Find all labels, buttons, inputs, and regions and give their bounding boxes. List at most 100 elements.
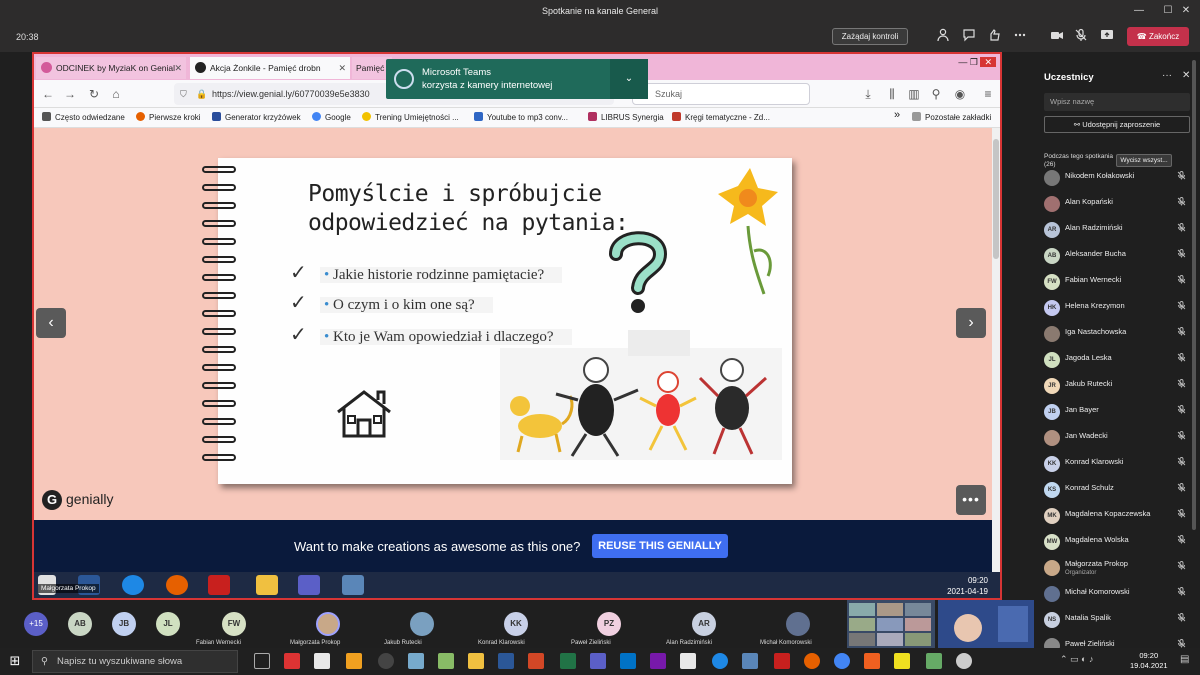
bookmark-item[interactable]: Kręgi tematyczne - Zd... [672,112,770,122]
bookmark-item[interactable]: LIBRUS Synergia [588,112,664,122]
windows-start-icon[interactable]: ⊞ [6,652,24,670]
bookmark-item[interactable]: Youtube to mp3 conv... [474,112,568,122]
app-icon[interactable] [284,653,300,669]
microphone-muted-icon[interactable] [1177,561,1186,572]
more-actions-icon[interactable] [1011,28,1029,45]
minecraft-icon[interactable] [926,653,942,669]
avatar[interactable]: JB [112,612,136,636]
avatar[interactable] [410,612,434,636]
app-icon[interactable] [864,653,880,669]
participant-row[interactable]: NS Natalia Spalik [1044,610,1194,630]
avatar[interactable]: FW [222,612,246,636]
close-tab-icon[interactable]: ✕ [338,57,346,79]
teams-icon[interactable] [590,653,606,669]
browser-search-input[interactable]: ⚲ Szukaj [632,83,810,105]
microphone-muted-icon[interactable] [1177,379,1186,390]
sidebar-icon[interactable]: ▥ [906,86,922,102]
app-icon[interactable] [346,653,362,669]
avatar[interactable]: KK [504,612,528,636]
avatar[interactable] [786,612,810,636]
toast-chevron-icon[interactable]: ⌄ [610,59,648,99]
participant-row[interactable]: HK Helena Krezymon [1044,298,1194,318]
minimize-button[interactable]: — [1125,0,1153,22]
genially-logo[interactable]: Ggenially [42,490,113,510]
excel-icon[interactable] [560,653,576,669]
bookmark-item[interactable]: Trening Umiejętności ... [362,112,459,122]
camera-in-use-toast[interactable]: Microsoft Teams korzysta z kamery intern… [386,59,648,99]
edge-icon[interactable] [122,575,144,595]
microphone-muted-icon[interactable] [1072,28,1090,45]
participant-row[interactable]: MK Magdalena Kopaczewska [1044,506,1194,526]
minimize-button[interactable]: — [958,57,970,67]
microphone-muted-icon[interactable] [1177,509,1186,520]
in-meeting-section-label[interactable]: Podczas tego spotkania (26) [1044,153,1114,169]
microphone-muted-icon[interactable] [1177,275,1186,286]
file-explorer-icon[interactable] [468,653,484,669]
chat-icon[interactable] [960,28,978,45]
bookmark-item[interactable]: Google [312,112,351,122]
notifications-icon[interactable]: ▤ [1180,654,1189,665]
library-icon[interactable]: ⫼ [884,86,900,102]
microphone-muted-icon[interactable] [1177,327,1186,338]
app-icon[interactable] [438,653,454,669]
mute-all-button[interactable]: Wycisz wszyst... [1116,154,1172,167]
file-explorer-icon[interactable] [256,575,278,595]
participant-row[interactable]: Michał Komorowski [1044,584,1194,604]
photos-icon[interactable] [742,653,758,669]
close-tab-icon[interactable]: ✕ [174,57,182,79]
microphone-muted-icon[interactable] [1177,405,1186,416]
windows-search-input[interactable]: ⚲ Napisz tu wyszukiwane słowa [32,650,238,673]
chrome-icon[interactable] [834,653,850,669]
system-tray[interactable]: ⌃ ▭ ◐ ♪ [1060,654,1093,665]
restore-button[interactable]: ❐ [970,57,981,67]
onenote-icon[interactable] [650,653,666,669]
home-icon[interactable]: ⌂ [108,86,124,102]
downloads-icon[interactable]: ⤓ [860,86,876,102]
browser-tab-akcja-zonkile[interactable]: Akcja Żonkile - Pamięć drobn ✕ [190,57,350,79]
participant-row[interactable]: Iga Nastachowska [1044,324,1194,344]
more-bookmarks-button[interactable]: » [894,109,900,121]
microphone-muted-icon[interactable] [1177,613,1186,624]
reload-icon[interactable]: ↻ [86,86,102,102]
photos-icon[interactable] [342,575,364,595]
panel-scrollbar[interactable] [1192,60,1196,530]
word-icon[interactable] [498,653,514,669]
previous-slide-button[interactable]: ‹ [36,308,66,338]
microphone-muted-icon[interactable] [1177,171,1186,182]
bookmark-item[interactable]: Często odwiedzane [42,112,125,122]
slide-more-button[interactable]: ••• [956,485,986,515]
microphone-muted-icon[interactable] [1177,223,1186,234]
avatar[interactable]: AB [68,612,92,636]
forward-icon[interactable]: → [62,86,78,102]
scrollbar-thumb[interactable] [993,139,999,259]
next-slide-button[interactable]: › [956,308,986,338]
participant-row[interactable]: AR Alan Radzimiński [1044,220,1194,240]
share-invite-button[interactable]: ⚯ Udostępnij zaproszenie [1044,116,1190,133]
avatar[interactable]: JL [156,612,180,636]
participant-row[interactable]: FW Fabian Wernecki [1044,272,1194,292]
reactions-icon[interactable] [985,28,1003,45]
avatar[interactable] [316,612,340,636]
browser-tab-odcinek[interactable]: ODCINEK by MyziaK on Genial ✕ [36,57,186,79]
request-control-button[interactable]: Zażądaj kontroli [832,28,908,45]
camera-icon[interactable] [1048,28,1066,45]
participant-row[interactable]: Nikodem Kołakowski [1044,168,1194,188]
zoom-icon[interactable]: ⚲ [928,86,944,102]
participants-icon[interactable] [934,28,952,45]
menu-icon[interactable]: ≡ [980,86,996,102]
avatar[interactable]: PZ [597,612,621,636]
panel-more-icon[interactable]: ··· [1162,70,1172,81]
app-icon[interactable] [378,653,394,669]
close-window-button[interactable]: ✕ [980,57,996,67]
other-bookmarks[interactable]: Pozostałe zakładki [912,112,991,122]
microphone-muted-icon[interactable] [1177,197,1186,208]
app-icon[interactable] [680,653,696,669]
participant-row[interactable]: AB Aleksander Bucha [1044,246,1194,266]
avatar[interactable]: AR [692,612,716,636]
microphone-muted-icon[interactable] [1177,249,1186,260]
task-view-icon[interactable] [254,653,270,669]
edge-icon[interactable] [712,653,728,669]
end-call-button[interactable]: ☎ Zakończ [1127,27,1189,46]
back-icon[interactable]: ← [40,86,56,102]
firefox-icon[interactable] [804,653,820,669]
